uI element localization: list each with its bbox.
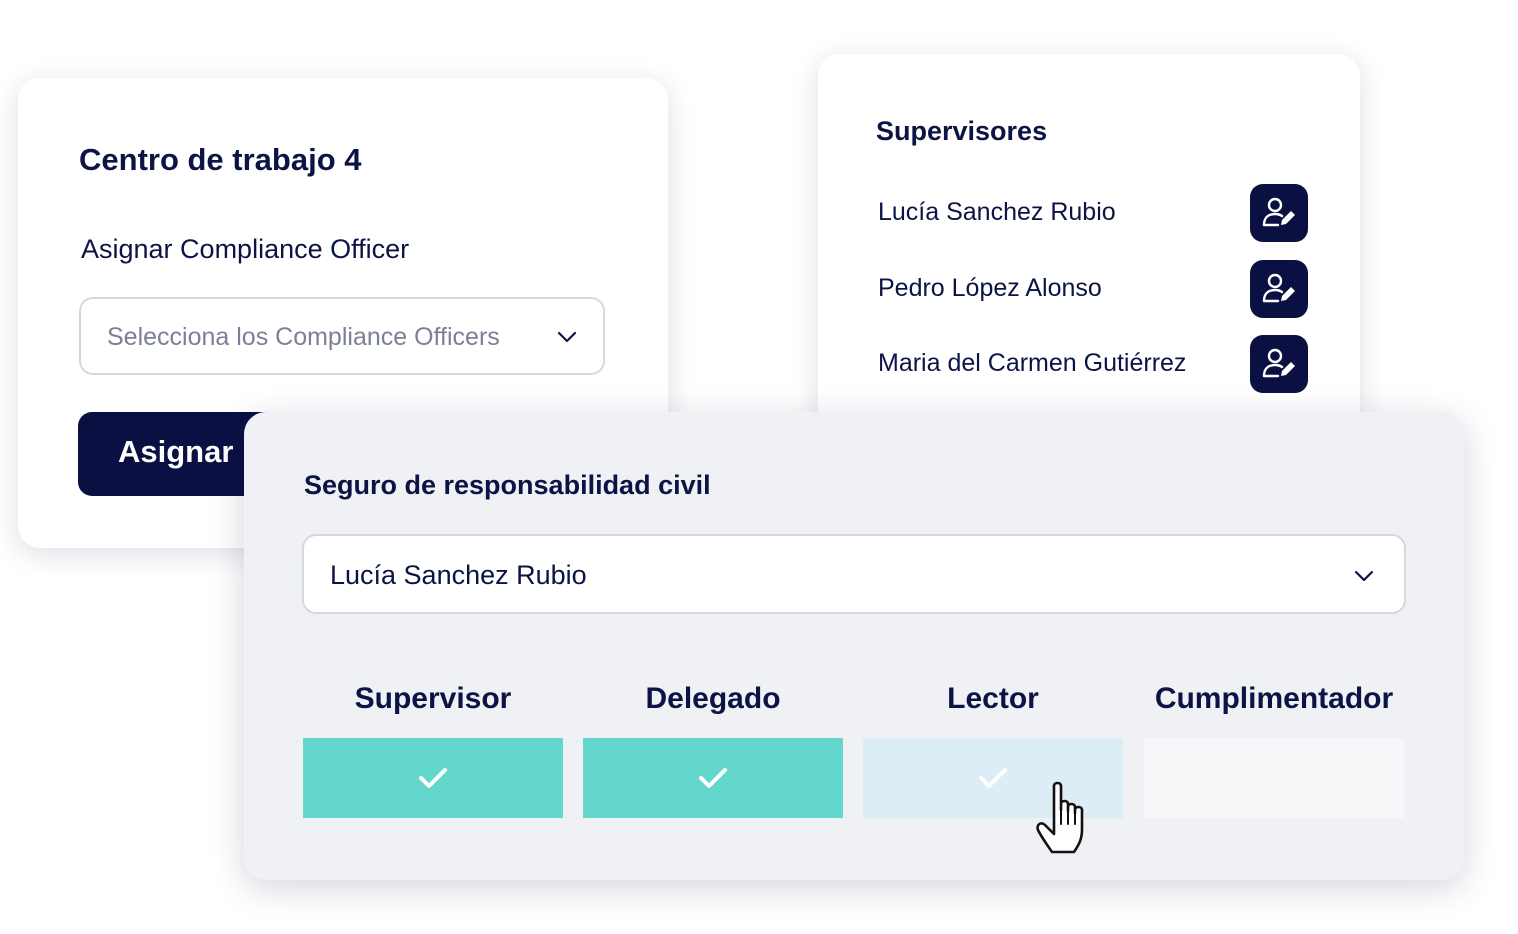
role-header-lector: Lector [947,682,1039,715]
compliance-officer-placeholder: Selecciona los Compliance Officers [107,323,500,351]
check-icon [419,768,447,788]
supervisores-title: Supervisores [876,116,1048,146]
chevron-down-icon [557,331,577,343]
role-header-delegado: Delegado [645,682,781,715]
role-header-supervisor: Supervisor [354,682,512,715]
role-toggle-supervisor[interactable] [303,738,563,818]
compliance-officer-label: Asignar Compliance Officer [81,234,410,264]
seguro-card: Seguro de responsabilidad civil Lucía Sa… [244,412,1464,880]
supervisor-name: Maria del Carmen Gutiérrez [878,349,1187,377]
assign-button-label: Asignar [118,434,234,469]
edit-user-button[interactable] [1250,335,1308,393]
supervisor-name: Pedro López Alonso [878,274,1102,302]
hand-pointer-icon [1036,781,1084,854]
centro-title: Centro de trabajo 4 [79,142,362,177]
chevron-down-icon [1354,570,1374,582]
supervisores-card: Supervisores Lucía Sanchez Rubio Pedro L… [818,54,1360,434]
list-item: Lucía Sanchez Rubio [878,184,1308,242]
user-edit-icon [1262,348,1295,378]
role-header-cumplimentador: Cumplimentador [1154,682,1394,715]
seguro-title: Seguro de responsabilidad civil [304,470,711,500]
edit-user-button[interactable] [1250,260,1308,318]
user-select-value: Lucía Sanchez Rubio [330,560,587,590]
user-select[interactable]: Lucía Sanchez Rubio [302,534,1406,614]
list-item: Maria del Carmen Gutiérrez [878,335,1308,393]
edit-user-button[interactable] [1250,184,1308,242]
compliance-officer-select[interactable]: Selecciona los Compliance Officers [79,297,605,375]
supervisor-name: Lucía Sanchez Rubio [878,198,1116,226]
user-edit-icon [1262,197,1295,227]
role-toggle-cumplimentador[interactable] [1144,738,1404,818]
list-item: Pedro López Alonso [878,260,1308,318]
role-toggle-delegado[interactable] [583,738,843,818]
check-icon [699,768,727,788]
user-edit-icon [1262,273,1295,303]
check-icon [979,768,1007,788]
